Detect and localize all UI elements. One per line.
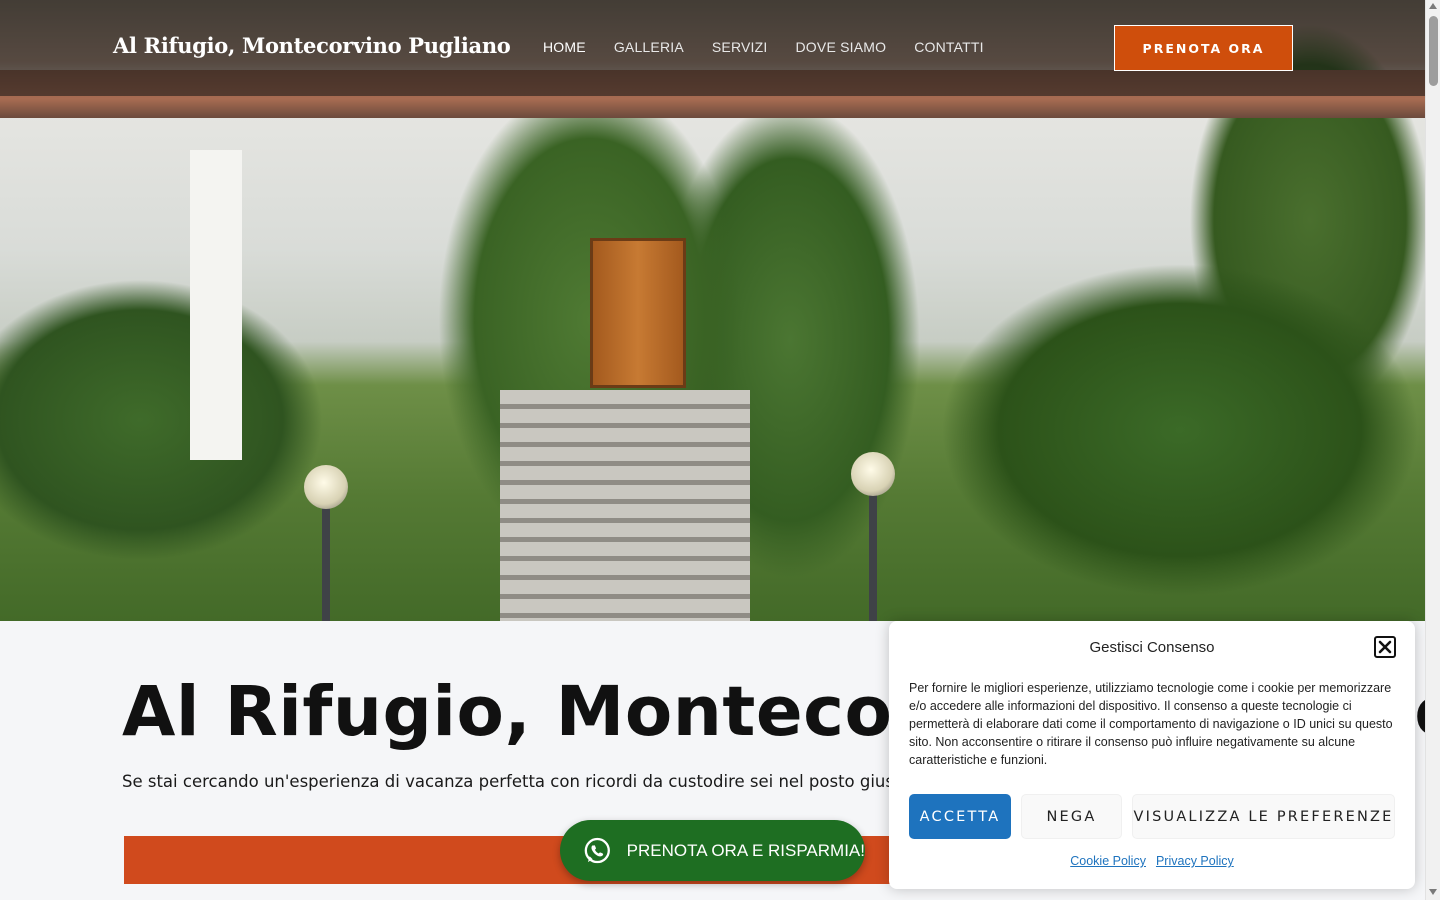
accept-button[interactable]: ACCETTA [909,794,1011,839]
nav-item-dove-siamo[interactable]: DOVE SIAMO [796,39,887,55]
nav-item-galleria[interactable]: GALLERIA [614,39,684,55]
close-button[interactable] [1374,636,1396,658]
scroll-up-arrow-icon[interactable] [1429,3,1437,9]
cookie-consent-dialog: Gestisci Consenso Per fornire le miglior… [889,621,1415,889]
cookie-policy-link[interactable]: Cookie Policy [1070,854,1146,868]
nav-item-servizi[interactable]: SERVIZI [712,39,768,55]
consent-title: Gestisci Consenso [1089,639,1215,656]
whatsapp-book-button[interactable]: PRENOTA ORA E RISPARMIA! [560,820,865,881]
book-now-button[interactable]: PRENOTA ORA [1114,25,1293,71]
whatsapp-icon [584,837,610,863]
whatsapp-button-label: PRENOTA ORA E RISPARMIA! [626,840,865,860]
site-header: Al Rifugio, Montecorvino Pugliano HOME G… [0,0,1425,96]
nav-item-contatti[interactable]: CONTATTI [914,39,984,55]
hero-lamp [851,452,895,496]
site-brand[interactable]: Al Rifugio, Montecorvino Pugliano [113,33,511,58]
hero-lamp [304,465,348,509]
hero-pillar [190,150,242,460]
close-icon [1378,640,1392,654]
deny-button[interactable]: NEGA [1021,794,1122,839]
hero-lamp-pole [869,480,877,621]
consent-text: Per fornire le migliori esperienze, util… [909,681,1393,767]
page-subtitle: Se stai cercando un'esperienza di vacanz… [122,772,911,791]
hero-lamp-pole [322,490,330,621]
scrollbar[interactable] [1425,0,1440,900]
privacy-policy-link[interactable]: Privacy Policy [1156,854,1234,868]
consent-links: Cookie Policy Privacy Policy [889,854,1415,868]
view-preferences-button[interactable]: VISUALIZZA LE PREFERENZE [1132,794,1395,839]
main-nav: HOME GALLERIA SERVIZI DOVE SIAMO CONTATT… [543,39,984,55]
hero-stairs [500,390,750,621]
scroll-down-arrow-icon[interactable] [1429,889,1437,895]
nav-item-home[interactable]: HOME [543,39,586,55]
hero-door [590,238,686,388]
scrollbar-thumb[interactable] [1429,16,1438,86]
